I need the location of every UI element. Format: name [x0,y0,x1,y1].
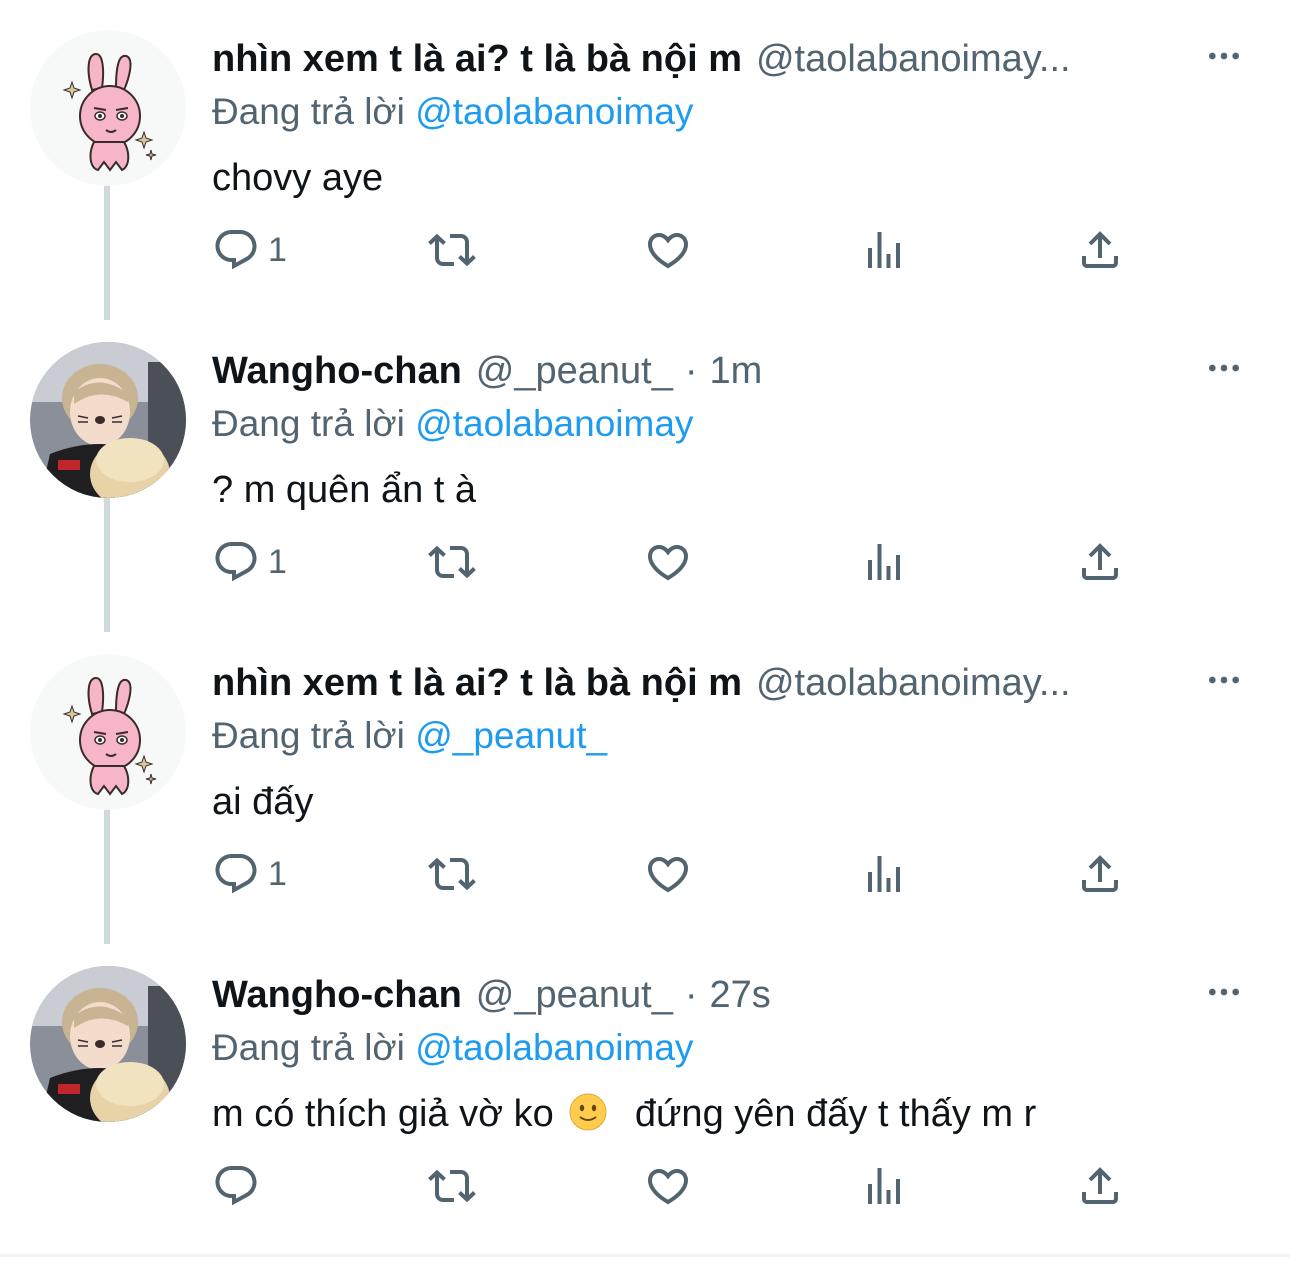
reply-count: 1 [268,542,287,581]
action-bar [212,1158,1142,1214]
reply-icon [212,1162,260,1210]
reply-button[interactable]: 1 [212,846,287,902]
replying-to-label: Đang trả lời [212,403,405,444]
reply-icon [212,850,260,898]
replying-to-label: Đang trả lời [212,91,405,132]
user-handle[interactable]: @taolabanoimay... [756,34,1071,84]
tweet-text-part: đứng yên đấy t thấy m r [634,1093,1037,1135]
reply-button[interactable]: 1 [212,222,287,278]
display-name[interactable]: nhìn xem t là ai? t là bà nội m [212,658,742,708]
slightly-smiling-face-icon [569,1093,607,1131]
views-button[interactable] [860,534,908,590]
heart-icon [644,850,692,898]
retweet-icon [428,538,476,586]
share-button[interactable] [1076,534,1124,590]
heart-icon [644,226,692,274]
tweet[interactable]: nhìn xem t là ai? t là bà nội m @taolaba… [0,638,1290,950]
like-button[interactable] [644,1158,692,1214]
avatar[interactable] [30,654,186,810]
retweet-icon [428,226,476,274]
display-name[interactable]: Wangho-chan [212,346,462,396]
display-name[interactable]: nhìn xem t là ai? t là bà nội m [212,34,742,84]
like-button[interactable] [644,534,692,590]
views-button[interactable] [860,222,908,278]
share-button[interactable] [1076,846,1124,902]
reply-count: 1 [268,230,287,269]
views-button[interactable] [860,1158,908,1214]
reply-count: 1 [268,854,287,893]
replying-to-label: Đang trả lời [212,1027,405,1068]
user-handle[interactable]: @_peanut_ [476,970,673,1020]
heart-icon [644,538,692,586]
replying-to: Đang trả lời @taolabanoimay [212,86,1250,138]
retweet-button[interactable] [428,846,476,902]
user-handle[interactable]: @_peanut_ [476,346,673,396]
tweet-text: ? m quên ẩn t à [212,469,477,511]
tweet[interactable]: Wangho-chan @_peanut_ · 27s Đang trả lời… [0,950,1290,1262]
more-options-icon[interactable] [1202,970,1246,1014]
reply-button[interactable]: 1 [212,534,287,590]
timestamp[interactable]: 1m [710,346,763,396]
more-options-icon[interactable] [1202,658,1246,702]
retweet-icon [428,850,476,898]
retweet-icon [428,1162,476,1210]
user-handle[interactable]: @taolabanoimay... [756,658,1071,708]
replying-to-label: Đang trả lời [212,715,405,756]
reply-mention-link[interactable]: @taolabanoimay [415,1027,693,1068]
retweet-button[interactable] [428,222,476,278]
share-button[interactable] [1076,222,1124,278]
retweet-button[interactable] [428,1158,476,1214]
reply-mention-link[interactable]: @taolabanoimay [415,91,693,132]
more-options-icon[interactable] [1202,346,1246,390]
share-button[interactable] [1076,1158,1124,1214]
share-icon [1076,850,1124,898]
share-icon [1076,538,1124,586]
bar-chart-icon [860,538,908,586]
tweet-text-part: m có thích giả vờ ko [212,1093,554,1135]
tweet-text: ai đấy [212,781,314,823]
like-button[interactable] [644,222,692,278]
bar-chart-icon [860,850,908,898]
action-bar: 1 [212,222,1142,278]
dot-separator: · [684,350,698,392]
like-button[interactable] [644,846,692,902]
heart-icon [644,1162,692,1210]
reply-mention-link[interactable]: @_peanut_ [415,715,607,756]
reply-mention-link[interactable]: @taolabanoimay [415,403,693,444]
replying-to: Đang trả lời @taolabanoimay [212,398,1250,450]
action-bar: 1 [212,846,1142,902]
timestamp[interactable]: 27s [710,970,771,1020]
reply-icon [212,538,260,586]
display-name[interactable]: Wangho-chan [212,970,462,1020]
tweet-text: chovy aye [212,157,384,199]
retweet-button[interactable] [428,534,476,590]
bar-chart-icon [860,226,908,274]
tweet[interactable]: Wangho-chan @_peanut_ · 1m Đang trả lời … [0,326,1290,638]
replying-to: Đang trả lời @_peanut_ [212,710,1250,762]
tweet[interactable]: nhìn xem t là ai? t là bà nội m @taolaba… [0,14,1290,326]
avatar[interactable] [30,342,186,498]
more-options-icon[interactable] [1202,34,1246,78]
avatar[interactable] [30,966,186,1122]
tweet-text: m có thích giả vờ ko đứng yên đấy t thấy… [212,1088,1250,1140]
bar-chart-icon [860,1162,908,1210]
share-icon [1076,1162,1124,1210]
action-bar: 1 [212,534,1142,590]
views-button[interactable] [860,846,908,902]
avatar[interactable] [30,30,186,186]
dot-separator: · [684,974,698,1016]
reply-button[interactable] [212,1158,268,1214]
share-icon [1076,226,1124,274]
replying-to: Đang trả lời @taolabanoimay [212,1022,1250,1074]
